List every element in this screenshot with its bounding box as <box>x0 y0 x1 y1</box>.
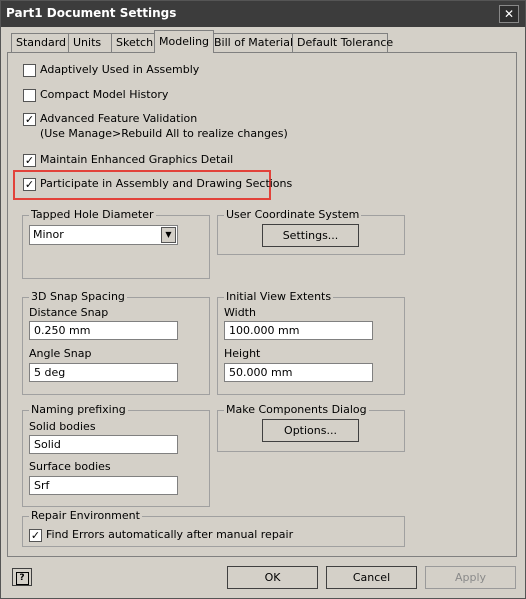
width-label: Width <box>224 306 256 319</box>
surface-bodies-label: Surface bodies <box>29 460 111 473</box>
adaptively-used-checkbox[interactable] <box>23 64 36 77</box>
tab-standard[interactable]: Standard <box>11 33 69 52</box>
solid-bodies-input[interactable]: Solid <box>29 435 178 454</box>
help-icon: ? <box>15 572 29 585</box>
angle-snap-input[interactable]: 5 deg <box>29 363 178 382</box>
tapped-hole-dropdown[interactable]: Minor ▼ <box>29 225 178 245</box>
enhanced-graphics-label: Maintain Enhanced Graphics Detail <box>40 153 234 166</box>
help-button[interactable]: ? <box>12 568 32 586</box>
cancel-button[interactable]: Cancel <box>326 566 417 589</box>
tab-default-tolerance[interactable]: Default Tolerance <box>292 33 393 52</box>
adaptively-used-label: Adaptively Used in Assembly <box>40 63 200 76</box>
angle-snap-label: Angle Snap <box>29 347 92 360</box>
dropdown-arrow-icon[interactable]: ▼ <box>161 227 176 243</box>
compact-model-history-checkbox[interactable] <box>23 89 36 102</box>
make-components-legend: Make Components Dialog <box>224 403 369 416</box>
enhanced-graphics-checkbox[interactable]: ✓ <box>23 154 36 167</box>
distance-snap-label: Distance Snap <box>29 306 109 319</box>
make-components-options-button[interactable]: Options... <box>262 419 359 442</box>
tapped-hole-legend: Tapped Hole Diameter <box>29 208 156 221</box>
advanced-feature-validation-note: (Use Manage>Rebuild All to realize chang… <box>40 127 288 140</box>
document-settings-dialog: Part1 Document Settings ✕ Standard Units… <box>0 0 526 599</box>
naming-prefixing-legend: Naming prefixing <box>29 403 128 416</box>
find-errors-label: Find Errors automatically after manual r… <box>46 528 294 541</box>
tapped-hole-selected-value: Minor <box>33 228 64 241</box>
ucs-legend: User Coordinate System <box>224 208 362 221</box>
compact-model-history-label: Compact Model History <box>40 88 169 101</box>
close-icon[interactable]: ✕ <box>499 5 519 23</box>
ok-button[interactable]: OK <box>227 566 318 589</box>
find-errors-checkbox[interactable]: ✓ <box>29 529 42 542</box>
surface-bodies-input[interactable]: Srf <box>29 476 178 495</box>
tab-modeling[interactable]: Modeling <box>154 30 214 53</box>
advanced-feature-validation-label: Advanced Feature Validation <box>40 112 198 125</box>
tab-bill-of-materials[interactable]: Bill of Materials <box>209 33 299 52</box>
tab-sketch[interactable]: Sketch <box>111 33 159 52</box>
dialog-title: Part1 Document Settings <box>6 6 177 20</box>
apply-button[interactable]: Apply <box>425 566 516 589</box>
repair-environment-legend: Repair Environment <box>29 509 142 522</box>
height-label: Height <box>224 347 261 360</box>
tab-units[interactable]: Units <box>68 33 112 52</box>
advanced-feature-validation-checkbox[interactable]: ✓ <box>23 113 36 126</box>
solid-bodies-label: Solid bodies <box>29 420 96 433</box>
width-input[interactable]: 100.000 mm <box>224 321 373 340</box>
title-bar: Part1 Document Settings ✕ <box>1 1 525 27</box>
distance-snap-input[interactable]: 0.250 mm <box>29 321 178 340</box>
participate-sections-label: Participate in Assembly and Drawing Sect… <box>40 177 293 190</box>
ucs-settings-button[interactable]: Settings... <box>262 224 359 247</box>
snap-spacing-legend: 3D Snap Spacing <box>29 290 127 303</box>
view-extents-legend: Initial View Extents <box>224 290 334 303</box>
height-input[interactable]: 50.000 mm <box>224 363 373 382</box>
participate-sections-checkbox[interactable]: ✓ <box>23 178 36 191</box>
